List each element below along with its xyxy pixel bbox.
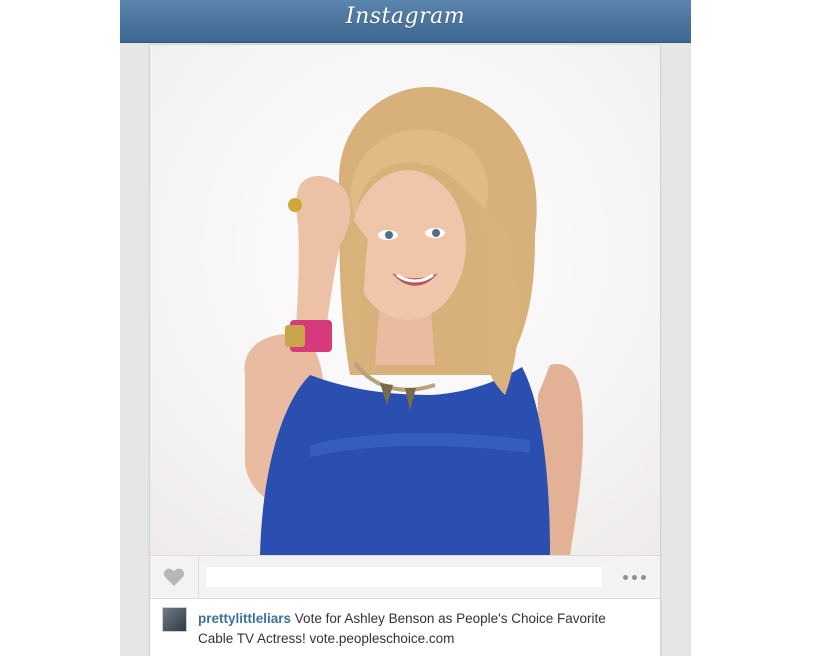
caption-text: prettylittleliars Vote for Ashley Benson…	[198, 609, 628, 649]
post-photo[interactable]	[150, 45, 660, 555]
top-navigation-bar: Instagram	[120, 0, 691, 43]
post-card: prettylittleliars Vote for Ashley Benson…	[150, 45, 660, 656]
username-link[interactable]: prettylittleliars	[198, 611, 291, 626]
more-options-icon-dot	[631, 574, 637, 580]
instagram-app: Instagram prettylittleliars Vote for Ash…	[120, 0, 691, 656]
avatar[interactable]	[162, 607, 187, 632]
heart-icon	[163, 568, 185, 586]
instagram-logo: Instagram	[345, 4, 466, 29]
like-button[interactable]	[150, 556, 199, 598]
more-options-button[interactable]	[608, 556, 660, 598]
portrait-illustration	[244, 86, 584, 555]
post-actions-bar	[150, 555, 660, 599]
more-options-icon-dot	[640, 574, 646, 580]
more-options-icon	[622, 574, 628, 580]
likes-count-redacted	[206, 567, 602, 587]
